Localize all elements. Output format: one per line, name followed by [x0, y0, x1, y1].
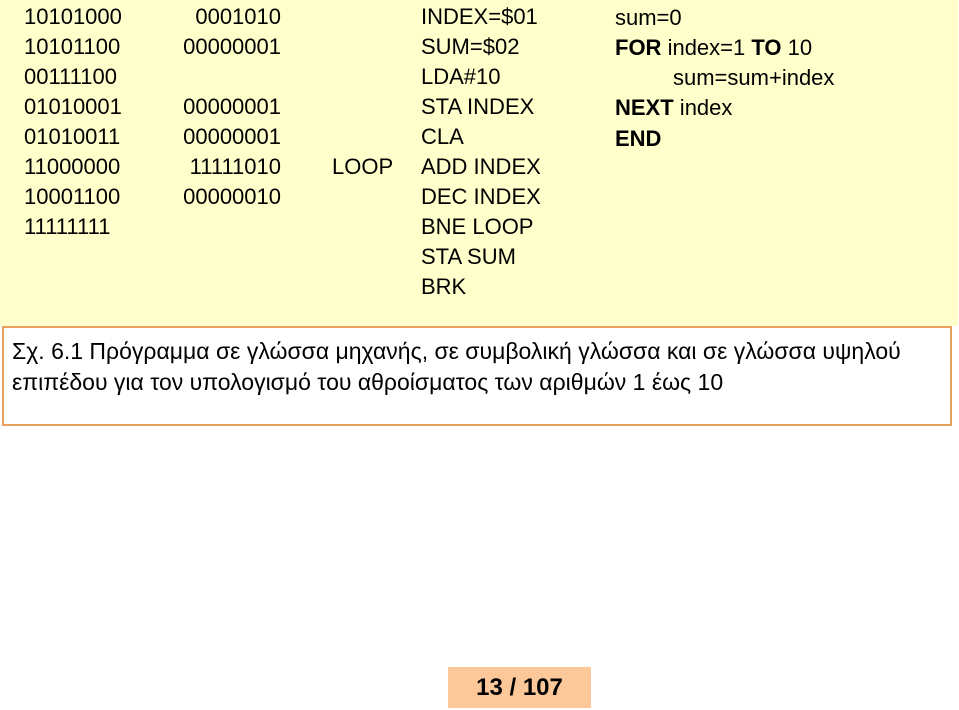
program-row: 01010011 00000001 CLA	[0, 122, 600, 152]
program-row: 11111111 BNE LOOP	[0, 212, 600, 242]
machine-code-1: 01010011	[24, 124, 121, 149]
hll-keyword: FOR	[615, 35, 662, 60]
page-number: 13 / 107	[448, 667, 591, 708]
hll-keyword: END	[615, 126, 662, 151]
program-row: 00111100 LDA#10	[0, 62, 600, 92]
program-row: BRK	[0, 272, 600, 302]
machine-code-2: 00000001	[183, 94, 281, 119]
asm-instruction: SUM=$02	[421, 34, 520, 59]
hll-keyword: NEXT	[615, 95, 674, 120]
machine-code-1: 10101100	[24, 34, 121, 59]
asm-instruction: CLA	[421, 124, 464, 149]
machine-code-2: 00000001	[183, 34, 281, 59]
hll-line: NEXT index	[615, 93, 732, 123]
program-row: STA SUM	[0, 242, 600, 272]
machine-code-1: 00111100	[24, 64, 117, 89]
machine-code-2: 00000001	[183, 124, 281, 149]
asm-instruction: ADD INDEX	[421, 154, 541, 179]
hll-line: FOR index=1 TO 10	[615, 33, 812, 63]
program-row: 11000000 11111010 LOOP ADD INDEX	[0, 152, 600, 182]
asm-label: LOOP	[332, 154, 394, 179]
asm-instruction: BRK	[421, 274, 467, 299]
machine-code-2: 00000010	[183, 184, 281, 209]
machine-code-1: 01010001	[24, 94, 122, 119]
machine-code-2: 11111010	[189, 154, 281, 179]
machine-code-2: 0001010	[195, 4, 281, 29]
hll-line: sum=0	[615, 3, 682, 33]
hll-text: sum=0	[615, 5, 682, 30]
machine-code-1: 10101000	[24, 4, 122, 29]
program-row: 10101000 0001010 INDEX=$01	[0, 2, 600, 32]
machine-code-1: 10001100	[24, 184, 121, 209]
asm-instruction: DEC INDEX	[421, 184, 541, 209]
asm-instruction: LDA#10	[421, 64, 501, 89]
asm-instruction: STA INDEX	[421, 94, 535, 119]
machine-code-1: 11111111	[24, 214, 111, 239]
hll-line: sum=sum+index	[673, 63, 834, 93]
hll-text: index=1	[661, 35, 752, 60]
program-row: 10101100 00000001 SUM=$02	[0, 32, 600, 62]
machine-code-1: 11000000	[24, 154, 121, 179]
hll-text: sum=sum+index	[673, 65, 835, 90]
figure-caption: Σχ. 6.1 Πρόγραμμα σε γλώσσα μηχανής, σε …	[2, 326, 952, 426]
asm-instruction: STA SUM	[421, 244, 516, 269]
hll-text: 10	[781, 35, 813, 60]
hll-text: index	[673, 95, 733, 120]
hll-keyword: TO	[751, 35, 782, 60]
asm-instruction: INDEX=$01	[421, 4, 538, 29]
program-row: 01010001 00000001 STA INDEX	[0, 92, 600, 122]
hll-line: END	[615, 124, 661, 154]
program-row: 10001100 00000010 DEC INDEX	[0, 182, 600, 212]
asm-instruction: BNE LOOP	[421, 214, 534, 239]
